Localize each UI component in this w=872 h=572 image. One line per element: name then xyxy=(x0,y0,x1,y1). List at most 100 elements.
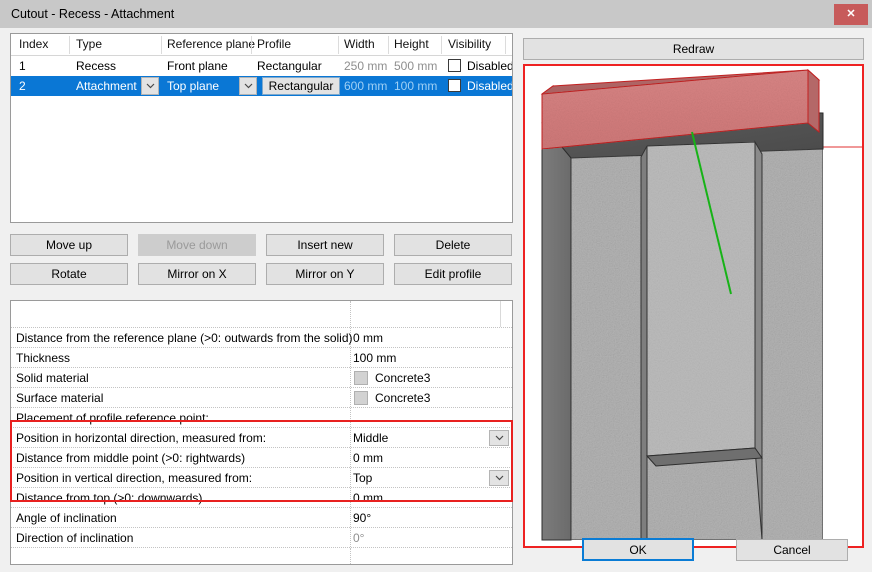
vertical-position-dropdown-button[interactable] xyxy=(489,470,509,486)
column-divider xyxy=(350,548,352,565)
property-row-angle-of-inclination[interactable]: Angle of inclination 90° xyxy=(11,508,512,528)
rotate-button[interactable]: Rotate xyxy=(10,263,128,285)
cell-width: 250 mm xyxy=(344,58,387,74)
property-row-direction-of-inclination[interactable]: Direction of inclination 0° xyxy=(11,528,512,548)
property-row-vertical-position[interactable]: Position in vertical direction, measured… xyxy=(11,468,512,488)
header-separator xyxy=(251,36,252,54)
property-label: Position in vertical direction, measured… xyxy=(16,470,252,486)
cell-type: Recess xyxy=(76,58,116,74)
property-row-horizontal-position[interactable]: Position in horizontal direction, measur… xyxy=(11,428,512,448)
edit-profile-button[interactable]: Edit profile xyxy=(394,263,512,285)
table-row[interactable]: 1 Recess Front plane Rectangular 250 mm … xyxy=(11,56,512,76)
property-value[interactable]: 100 mm xyxy=(353,350,396,366)
properties-header-row xyxy=(11,301,512,328)
property-label: Distance from middle point (>0: rightwar… xyxy=(16,450,245,466)
3d-model-render xyxy=(525,66,862,546)
property-value: Middle xyxy=(353,430,388,446)
property-label: Direction of inclination xyxy=(16,530,133,546)
column-divider xyxy=(350,528,352,547)
cell-profile: Rectangular xyxy=(257,58,322,74)
properties-empty-row xyxy=(11,548,512,565)
property-value[interactable]: 90° xyxy=(353,510,371,526)
cancel-button[interactable]: Cancel xyxy=(736,539,848,561)
material-color-swatch[interactable] xyxy=(354,371,368,385)
column-header-reference-plane: Reference plane xyxy=(167,37,255,51)
header-separator xyxy=(338,36,339,54)
property-row-distance-from-top[interactable]: Distance from top (>0: downwards) 0 mm xyxy=(11,488,512,508)
redraw-button[interactable]: Redraw xyxy=(523,38,864,60)
column-divider xyxy=(350,468,352,487)
reference-plane-dropdown-button[interactable] xyxy=(239,77,257,95)
profile-button[interactable]: Rectangular xyxy=(262,77,340,95)
column-divider xyxy=(350,301,352,327)
column-header-type: Type xyxy=(76,37,102,51)
preview-pane: Redraw xyxy=(515,28,872,572)
ok-button[interactable]: OK xyxy=(582,538,694,561)
column-divider xyxy=(350,488,352,507)
property-label: Solid material xyxy=(16,370,89,386)
cell-reference-plane: Front plane xyxy=(167,58,228,74)
window-title: Cutout - Recess - Attachment xyxy=(11,7,174,21)
property-value[interactable]: 0 mm xyxy=(353,450,383,466)
column-divider xyxy=(350,368,352,387)
move-up-button[interactable]: Move up xyxy=(10,234,128,256)
column-divider xyxy=(500,301,502,327)
header-separator xyxy=(161,36,162,54)
property-row-solid-material[interactable]: Solid material Concrete3 xyxy=(11,368,512,388)
property-row-surface-material[interactable]: Surface material Concrete3 xyxy=(11,388,512,408)
column-header-height: Height xyxy=(394,37,429,51)
property-row-distance-from-middle[interactable]: Distance from middle point (>0: rightwar… xyxy=(11,448,512,468)
property-label: Thickness xyxy=(16,350,70,366)
cell-width: 600 mm xyxy=(344,78,387,94)
type-dropdown-button[interactable] xyxy=(141,77,159,95)
column-divider xyxy=(350,388,352,407)
property-label: Distance from top (>0: downwards) xyxy=(16,490,202,506)
cell-visibility: Disabled xyxy=(467,58,513,74)
visibility-checkbox[interactable] xyxy=(448,59,461,72)
chevron-down-icon xyxy=(495,435,504,441)
property-value[interactable]: 0 mm xyxy=(353,490,383,506)
column-divider xyxy=(350,448,352,467)
property-value[interactable]: 0 mm xyxy=(353,330,383,346)
property-label: Angle of inclination xyxy=(16,510,117,526)
cell-visibility: Disabled xyxy=(467,78,513,94)
chevron-down-icon xyxy=(244,83,253,89)
column-header-width: Width xyxy=(344,37,375,51)
3d-preview-viewport[interactable] xyxy=(523,64,864,548)
delete-button[interactable]: Delete xyxy=(394,234,512,256)
property-value[interactable]: Concrete3 xyxy=(375,370,430,386)
horizontal-position-dropdown-button[interactable] xyxy=(489,430,509,446)
move-down-button: Move down xyxy=(138,234,256,256)
column-divider xyxy=(350,348,352,367)
column-divider xyxy=(350,408,352,427)
property-label: Distance from the reference plane (>0: o… xyxy=(16,330,353,346)
property-value[interactable]: Concrete3 xyxy=(375,390,430,406)
cutout-dialog: Cutout - Recess - Attachment ✕ Index Typ… xyxy=(0,0,872,572)
chevron-down-icon xyxy=(495,475,504,481)
header-separator xyxy=(441,36,442,54)
close-icon: ✕ xyxy=(846,9,855,20)
left-pane: Index Type Reference plane Profile Width… xyxy=(0,28,515,572)
close-button[interactable]: ✕ xyxy=(834,4,868,25)
cutout-list-table[interactable]: Index Type Reference plane Profile Width… xyxy=(10,33,513,223)
property-row-distance-reference-plane[interactable]: Distance from the reference plane (>0: o… xyxy=(11,328,512,348)
insert-new-button[interactable]: Insert new xyxy=(266,234,384,256)
property-row-thickness[interactable]: Thickness 100 mm xyxy=(11,348,512,368)
material-color-swatch[interactable] xyxy=(354,391,368,405)
table-row[interactable]: 2 Attachment Top plane Rectangular 600 m… xyxy=(11,76,512,96)
cell-index: 2 xyxy=(19,78,26,94)
mirror-on-y-button[interactable]: Mirror on Y xyxy=(266,263,384,285)
property-value: Top xyxy=(353,470,372,486)
cell-height: 100 mm xyxy=(394,78,437,94)
properties-table[interactable]: Distance from the reference plane (>0: o… xyxy=(10,300,513,565)
cell-index: 1 xyxy=(19,58,26,74)
header-separator xyxy=(388,36,389,54)
cell-reference-plane: Top plane xyxy=(167,78,219,94)
column-divider xyxy=(350,508,352,527)
cell-height: 500 mm xyxy=(394,58,437,74)
mirror-on-x-button[interactable]: Mirror on X xyxy=(138,263,256,285)
header-separator xyxy=(69,36,70,54)
chevron-down-icon xyxy=(146,83,155,89)
visibility-checkbox[interactable] xyxy=(448,79,461,92)
property-label: Position in horizontal direction, measur… xyxy=(16,430,266,446)
